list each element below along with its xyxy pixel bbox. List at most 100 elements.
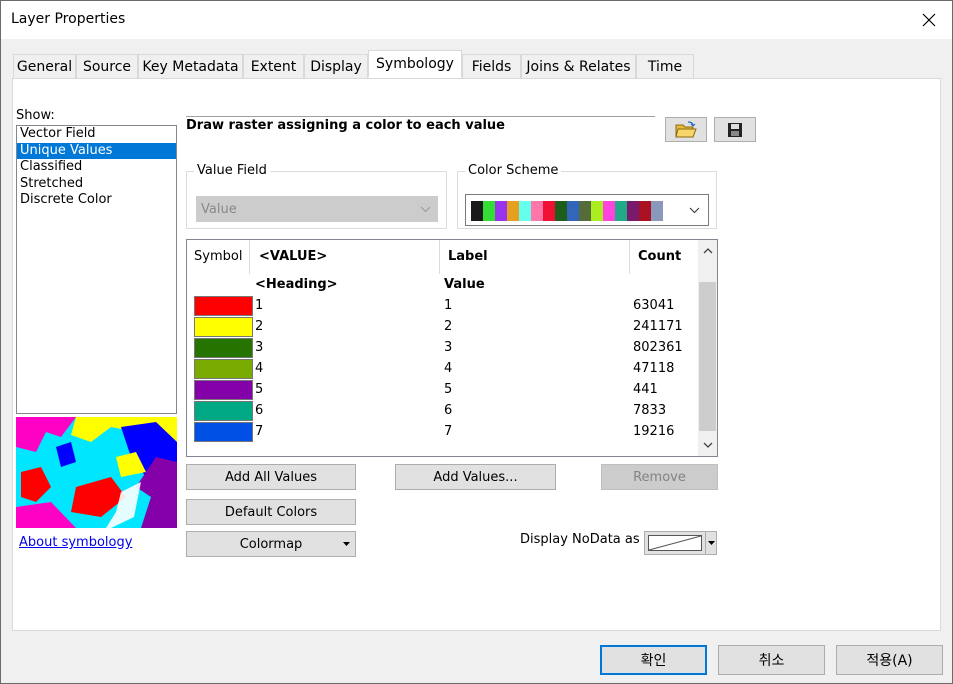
color-ramp-swatches [471,201,663,221]
col-header-value[interactable]: <VALUE> [250,240,440,274]
tab-fields[interactable]: Fields [462,54,521,78]
tab-symbology[interactable]: Symbology [368,50,462,78]
row-label[interactable]: 2 [444,319,452,334]
symbol-swatch[interactable] [194,317,253,337]
tab-source[interactable]: Source [76,54,138,78]
renderer-stretched[interactable]: Stretched [17,176,176,193]
table-row[interactable]: 1 1 63041 [187,295,697,316]
symbol-swatch[interactable] [194,380,253,400]
scroll-up-button[interactable] [698,242,717,260]
color-ramp-swatch [651,201,663,221]
color-ramp-swatch [591,201,603,221]
tab-display[interactable]: Display [304,54,368,78]
row-count: 63041 [633,298,675,313]
col-header-symbol[interactable]: Symbol [187,240,250,274]
colormap-label: Colormap [239,536,303,552]
about-symbology-link[interactable]: About symbology [19,535,132,550]
unique-values-table: Symbol <VALUE> Label Count <Heading> Val… [186,239,718,457]
tab-key-metadata[interactable]: Key Metadata [138,54,243,78]
colormap-button[interactable]: Colormap [186,531,356,557]
tab-label: Extent [250,58,297,75]
layer-properties-dialog: Layer Properties General Source Key Meta… [0,0,953,684]
row-label[interactable]: 5 [444,382,452,397]
color-scheme-group: Color Scheme [457,163,717,229]
row-count: 441 [633,382,658,397]
color-scheme-label: Color Scheme [465,163,562,178]
scroll-down-button[interactable] [698,436,717,454]
color-ramp-swatch [579,201,591,221]
chevron-up-icon [703,248,712,254]
row-label[interactable]: 3 [444,340,452,355]
table-scrollbar[interactable] [698,240,717,456]
folder-open-icon [675,120,697,137]
heading-label: Value [444,277,485,292]
table-row[interactable]: 7 7 19216 [187,421,697,442]
table-row[interactable]: 5 5 441 [187,379,697,400]
add-values-button[interactable]: Add Values... [395,464,556,490]
tab-label: General [16,58,73,75]
close-button[interactable] [906,1,952,39]
window-title: Layer Properties [11,11,126,27]
row-label[interactable]: 7 [444,424,452,439]
nodata-color-picker[interactable] [644,531,717,555]
close-icon [922,13,936,27]
tab-joins-relates[interactable]: Joins & Relates [521,54,636,78]
heading-value: <Heading> [255,277,338,292]
symbol-swatch[interactable] [194,338,253,358]
scroll-thumb[interactable] [699,282,716,431]
row-value: 3 [255,340,264,355]
table-row[interactable]: 6 6 7833 [187,400,697,421]
show-label: Show: [16,108,55,123]
chevron-down-icon [420,206,431,213]
tab-label: Fields [471,58,512,75]
row-value: 4 [255,361,264,376]
value-field-select[interactable]: Value [196,196,438,222]
row-count: 7833 [633,403,667,418]
col-header-count[interactable]: Count [630,240,700,274]
remove-button[interactable]: Remove [601,464,718,490]
tab-general[interactable]: General [13,54,76,78]
heading-row[interactable]: <Heading> Value [187,274,697,295]
symbol-swatch[interactable] [194,422,253,442]
row-value: 5 [255,382,264,397]
apply-button[interactable]: 적용(A) [836,645,943,675]
value-field-label: Value Field [194,163,270,178]
tab-extent[interactable]: Extent [243,54,304,78]
open-symbology-button[interactable] [665,117,707,142]
renderer-unique-values[interactable]: Unique Values [17,142,176,159]
save-symbology-button[interactable] [714,117,756,142]
symbology-panel: Show: Vector Field Unique Values Classif… [12,78,941,631]
row-label[interactable]: 4 [444,361,452,376]
renderer-list[interactable]: Vector Field Unique Values Classified St… [16,125,177,414]
cancel-button[interactable]: 취소 [718,645,825,675]
color-scheme-select[interactable] [465,194,709,226]
renderer-classified[interactable]: Classified [17,159,176,176]
symbol-swatch[interactable] [194,359,253,379]
tab-label: Source [82,58,132,75]
table-row[interactable]: 2 2 241171 [187,316,697,337]
col-header-label[interactable]: Label [440,240,630,274]
table-row[interactable]: 4 4 47118 [187,358,697,379]
color-ramp-swatch [567,201,579,221]
dropdown-arrow-icon [343,542,350,546]
title-bar: Layer Properties [1,1,952,39]
ok-button[interactable]: 확인 [600,645,707,675]
renderer-vector-field[interactable]: Vector Field [17,126,176,143]
symbol-swatch[interactable] [194,401,253,421]
color-ramp-swatch [627,201,639,221]
symbol-swatch[interactable] [194,296,253,316]
color-ramp-swatch [615,201,627,221]
default-colors-button[interactable]: Default Colors [186,499,356,525]
row-label[interactable]: 1 [444,298,452,313]
tab-label: Joins & Relates [526,58,631,75]
row-count: 241171 [633,319,683,334]
renderer-discrete-color[interactable]: Discrete Color [17,192,176,209]
row-count: 802361 [633,340,683,355]
add-all-values-button[interactable]: Add All Values [186,464,356,490]
value-field-group: Value Field Value [186,163,447,229]
row-value: 1 [255,298,264,313]
tab-time[interactable]: Time [636,54,694,78]
row-label[interactable]: 6 [444,403,452,418]
tab-label: Time [647,58,683,75]
table-row[interactable]: 3 3 802361 [187,337,697,358]
